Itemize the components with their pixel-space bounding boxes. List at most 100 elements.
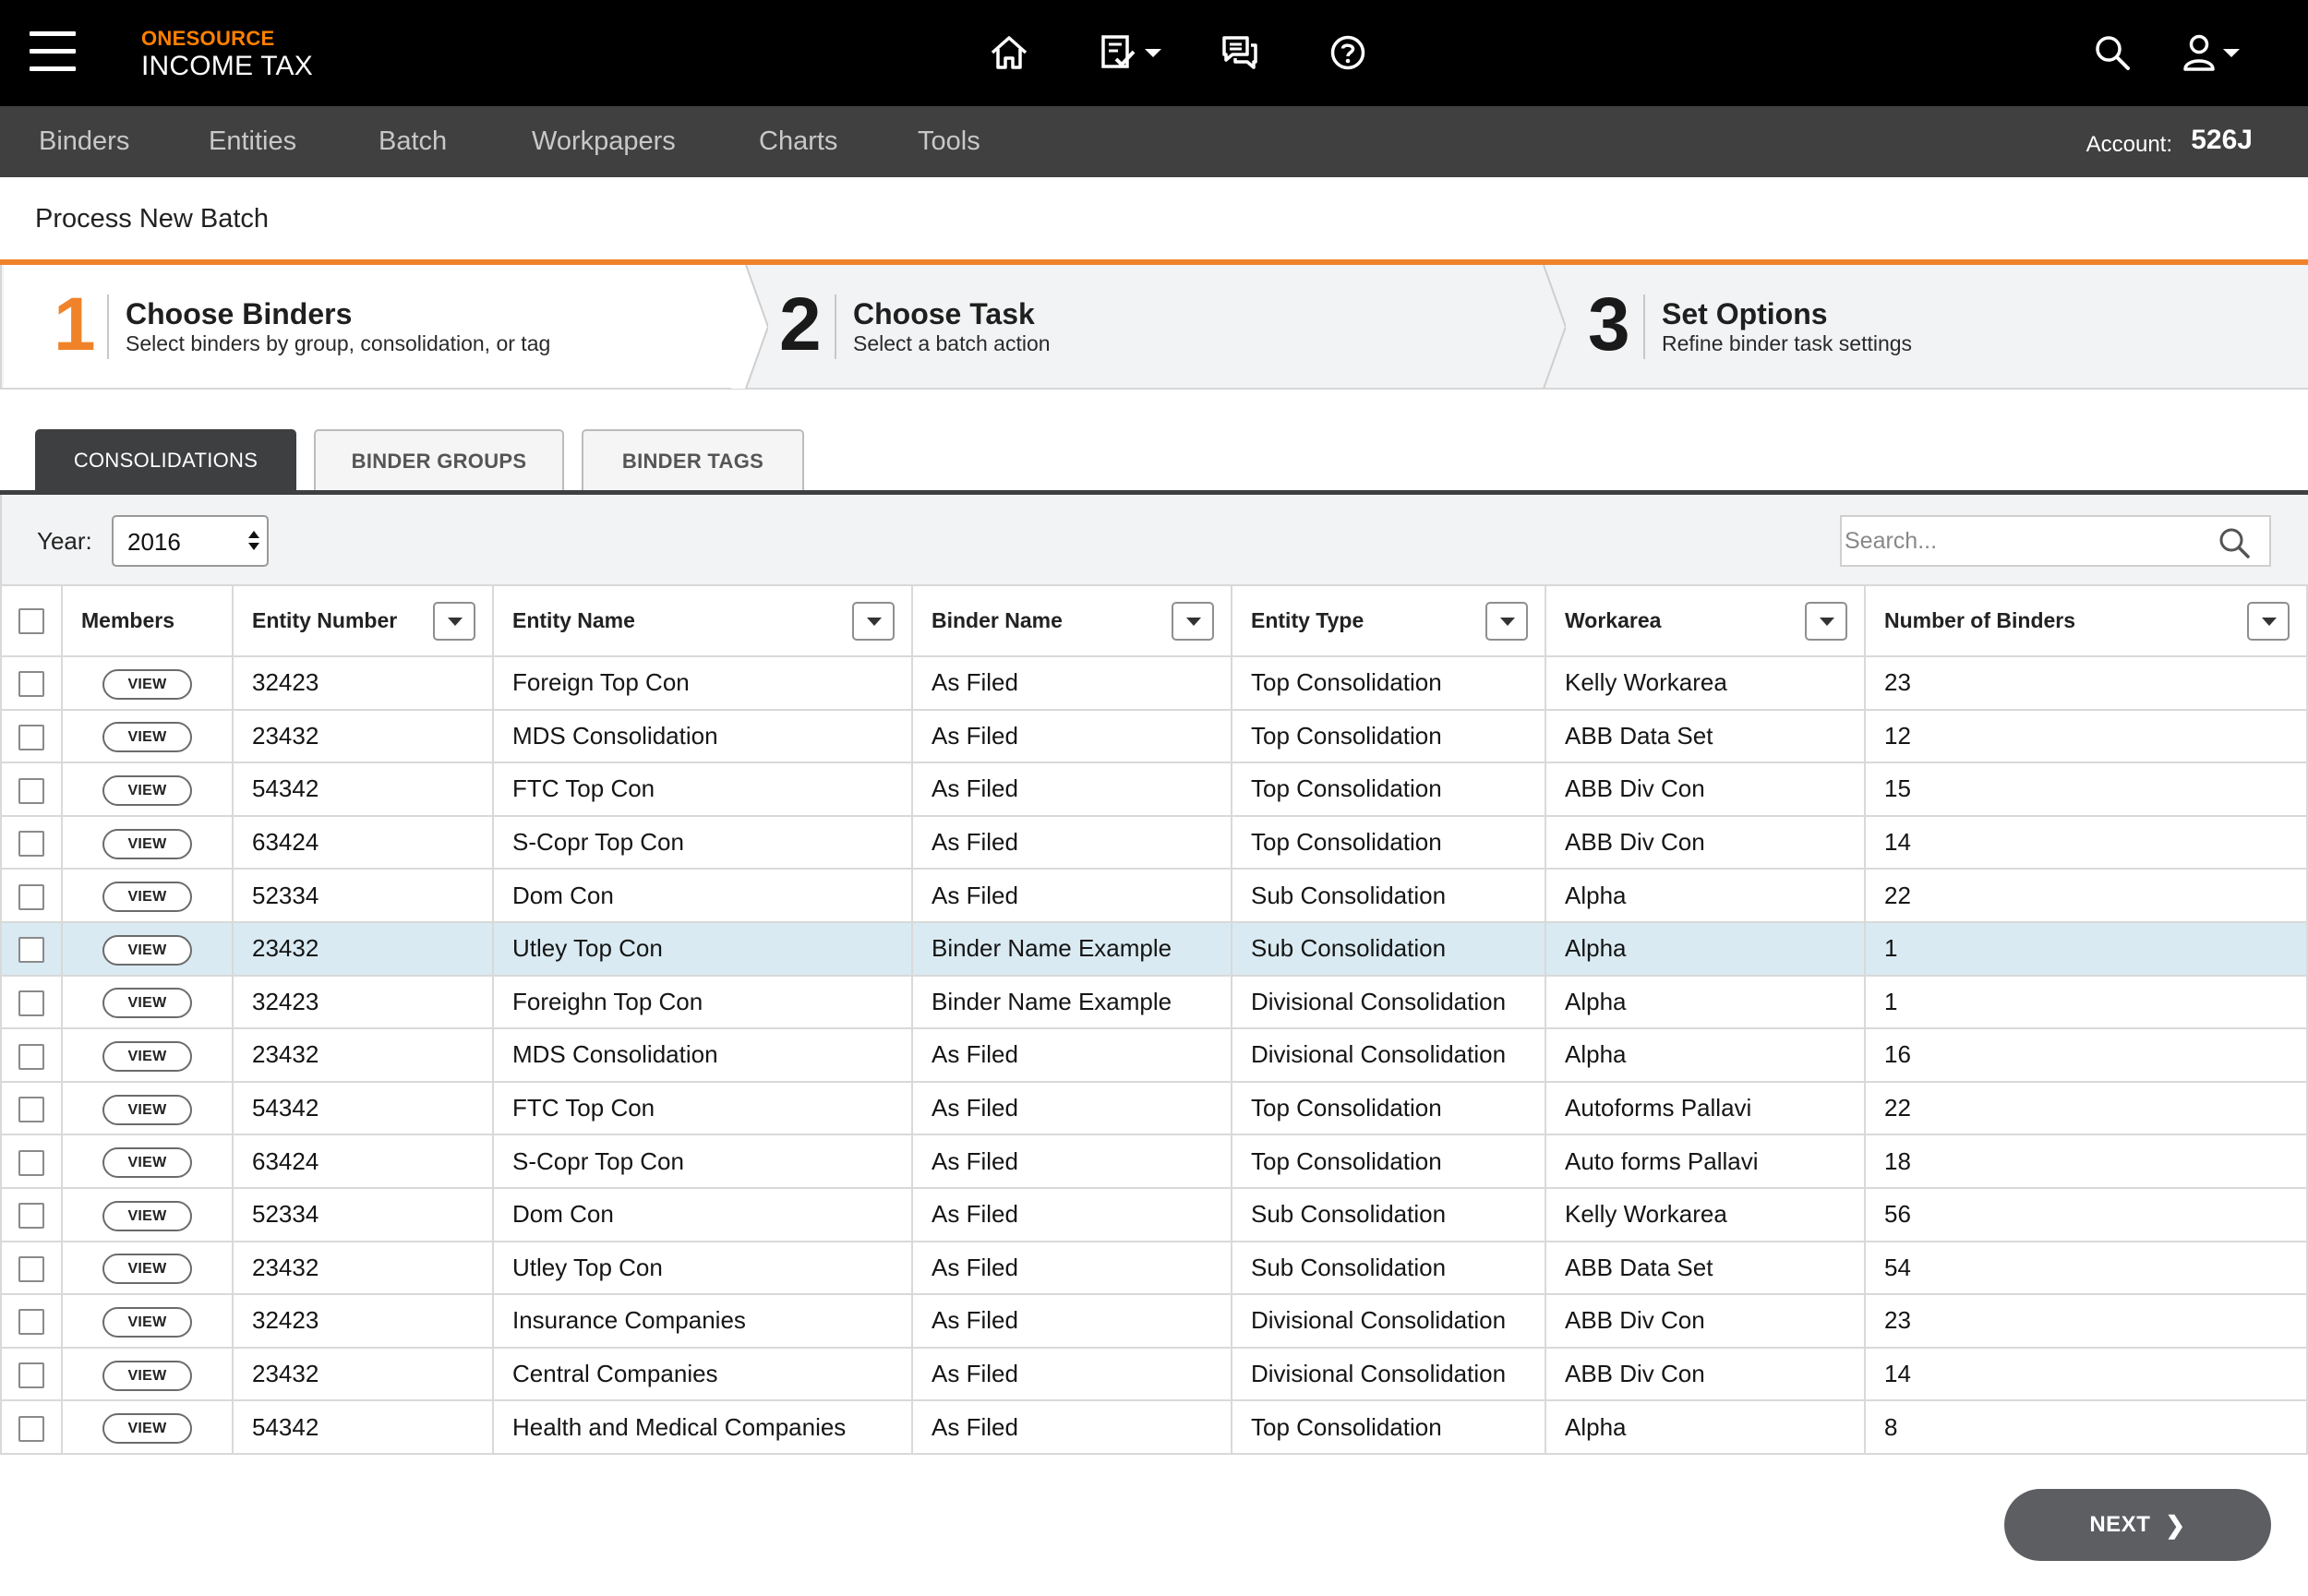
row-select-cell xyxy=(0,1027,63,1083)
row-checkbox[interactable] xyxy=(18,1149,44,1176)
table-row[interactable]: VIEW 23432 Utley Top Con As Filed Sub Consol… xyxy=(0,1240,2308,1296)
caret-down-icon xyxy=(1186,618,1201,626)
column-filter-button[interactable] xyxy=(433,602,475,641)
step-subtitle: Refine binder task settings xyxy=(1662,331,1913,355)
entity-number-cell: 52334 xyxy=(232,868,494,923)
view-members-button[interactable]: VIEW xyxy=(102,722,192,753)
home-icon[interactable] xyxy=(989,31,1029,74)
tasks-icon[interactable] xyxy=(1100,31,1161,74)
row-checkbox[interactable] xyxy=(18,671,44,698)
column-header-entity-number: Entity Number xyxy=(232,584,494,657)
row-select-cell xyxy=(0,1080,63,1136)
row-checkbox[interactable] xyxy=(18,1203,44,1230)
nav-item-workpapers[interactable]: Workpapers xyxy=(532,126,676,157)
row-checkbox[interactable] xyxy=(18,777,44,804)
table-row[interactable]: VIEW 63424 S-Copr Top Con As Filed Top Conso… xyxy=(0,814,2308,870)
row-checkbox[interactable] xyxy=(18,1097,44,1123)
row-select-cell xyxy=(0,708,63,764)
row-checkbox[interactable] xyxy=(18,1043,44,1070)
view-members-button[interactable]: VIEW xyxy=(102,1254,192,1285)
nav-item-tools[interactable]: Tools xyxy=(918,126,980,157)
column-header-label: Entity Type xyxy=(1251,608,1364,632)
search-icon[interactable] xyxy=(2094,31,2131,74)
chat-icon[interactable] xyxy=(1221,31,1258,74)
table-row[interactable]: VIEW 54342 FTC Top Con As Filed Top Consolid… xyxy=(0,1080,2308,1136)
members-cell: VIEW xyxy=(61,920,234,977)
view-members-button[interactable]: VIEW xyxy=(102,1306,192,1338)
row-checkbox[interactable] xyxy=(18,1415,44,1442)
nav-item-batch[interactable]: Batch xyxy=(379,126,447,157)
help-icon[interactable] xyxy=(1329,31,1366,74)
table-row[interactable]: VIEW 32423 Foreighn Top Con Binder Name Exa… xyxy=(0,974,2308,1030)
select-all-checkbox[interactable] xyxy=(18,607,44,634)
column-header-label: Members xyxy=(81,608,174,632)
members-cell: VIEW xyxy=(61,708,234,764)
account-value[interactable]: 526J xyxy=(2191,125,2253,156)
entity-number-cell: 23432 xyxy=(232,1240,494,1296)
tab-binder-tags[interactable]: BINDER TAGS xyxy=(582,429,804,492)
table-row[interactable]: VIEW 52334 Dom Con As Filed Sub Consolidatio… xyxy=(0,1186,2308,1242)
entity-name-cell: S-Copr Top Con xyxy=(492,1134,913,1189)
entity-name-cell: Utley Top Con xyxy=(492,1240,913,1296)
number-of-binders-cell: 12 xyxy=(1864,708,2308,764)
nav-item-binders[interactable]: Binders xyxy=(39,126,129,157)
view-members-button[interactable]: VIEW xyxy=(102,1360,192,1391)
column-header-members: Members xyxy=(61,584,234,657)
view-members-button[interactable]: VIEW xyxy=(102,934,192,966)
entity-type-cell: Sub Consolidation xyxy=(1231,868,1546,923)
product-name: INCOME TAX xyxy=(141,51,313,81)
view-members-button[interactable]: VIEW xyxy=(102,1094,192,1125)
view-members-button[interactable]: VIEW xyxy=(102,1200,192,1231)
binder-name-cell: As Filed xyxy=(911,1080,1232,1136)
tab-consolidations[interactable]: CONSOLIDATIONS xyxy=(35,429,296,492)
next-button[interactable]: NEXT ❯ xyxy=(2004,1489,2271,1561)
table-row[interactable]: VIEW 32423 Insurance Companies As Filed Divi… xyxy=(0,1293,2308,1349)
tab-binder-groups[interactable]: BINDER GROUPS xyxy=(314,429,564,492)
entity-name-cell: FTC Top Con xyxy=(492,1080,913,1136)
view-members-button[interactable]: VIEW xyxy=(102,1147,192,1179)
view-members-button[interactable]: VIEW xyxy=(102,988,192,1019)
workarea-cell: Alpha xyxy=(1545,974,1866,1030)
nav-item-charts[interactable]: Charts xyxy=(759,126,837,157)
user-icon[interactable] xyxy=(2182,31,2240,74)
view-members-button[interactable]: VIEW xyxy=(102,882,192,913)
row-checkbox[interactable] xyxy=(18,990,44,1016)
table-row[interactable]: VIEW 54342 Health and Medical Companies As … xyxy=(0,1399,2308,1455)
workarea-cell: ABB Div Con xyxy=(1545,814,1866,870)
view-members-button[interactable]: VIEW xyxy=(102,1413,192,1445)
nav-item-entities[interactable]: Entities xyxy=(209,126,296,157)
row-checkbox[interactable] xyxy=(18,1362,44,1389)
search-icon[interactable] xyxy=(2218,526,2251,564)
table-row[interactable]: VIEW 23432 MDS Consolidation As Filed Divisi… xyxy=(0,1027,2308,1083)
row-checkbox[interactable] xyxy=(18,1309,44,1336)
table-row[interactable]: VIEW 63424 S-Copr Top Con As Filed Top Conso… xyxy=(0,1134,2308,1189)
view-members-button[interactable]: VIEW xyxy=(102,668,192,700)
entity-type-cell: Top Consolidation xyxy=(1231,708,1546,764)
table-row[interactable]: VIEW 32423 Foreign Top Con As Filed Top Cons… xyxy=(0,655,2308,711)
column-header-label: Workarea xyxy=(1565,608,1662,632)
row-select-cell xyxy=(0,1240,63,1296)
view-members-button[interactable]: VIEW xyxy=(102,1040,192,1072)
row-checkbox[interactable] xyxy=(18,883,44,910)
table-row[interactable]: VIEW 23432 Central Companies As Filed Divisi… xyxy=(0,1346,2308,1402)
view-members-button[interactable]: VIEW xyxy=(102,774,192,806)
table-row[interactable]: VIEW 23432 Utley Top Con Binder Name Exampl… xyxy=(0,920,2308,977)
row-checkbox[interactable] xyxy=(18,1255,44,1282)
table-row[interactable]: VIEW 54342 FTC Top Con As Filed Top Consolid… xyxy=(0,762,2308,817)
column-filter-button[interactable] xyxy=(1485,602,1528,641)
row-checkbox[interactable] xyxy=(18,937,44,964)
view-members-button[interactable]: VIEW xyxy=(102,828,192,859)
year-select[interactable]: 2016 xyxy=(112,515,269,567)
row-checkbox[interactable] xyxy=(18,831,44,858)
table-row[interactable]: VIEW 52334 Dom Con As Filed Sub Consolidatio… xyxy=(0,868,2308,923)
column-filter-button[interactable] xyxy=(852,602,895,641)
column-filter-button[interactable] xyxy=(1805,602,1847,641)
step-title: Set Options xyxy=(1662,297,1828,330)
members-cell: VIEW xyxy=(61,1240,234,1296)
search-input[interactable] xyxy=(1842,517,2211,565)
column-filter-button[interactable] xyxy=(2247,602,2290,641)
row-checkbox[interactable] xyxy=(18,724,44,750)
menu-icon[interactable] xyxy=(30,31,76,72)
column-filter-button[interactable] xyxy=(1172,602,1214,641)
table-row[interactable]: VIEW 23432 MDS Consolidation As Filed Top Co… xyxy=(0,708,2308,764)
